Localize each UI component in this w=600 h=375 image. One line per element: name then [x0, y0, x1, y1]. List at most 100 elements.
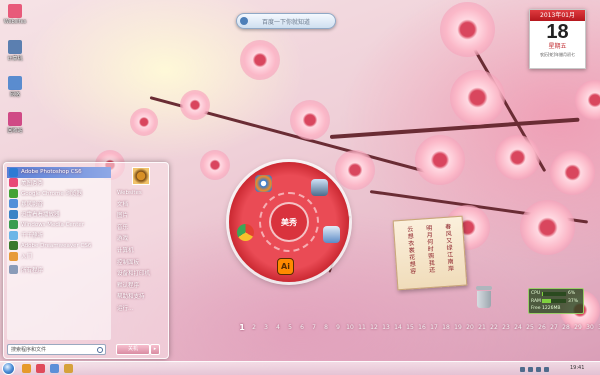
start-menu-link[interactable]: 设备和打印机 — [114, 269, 167, 281]
day-number[interactable]: 3 — [260, 324, 272, 331]
start-menu-item[interactable]: Adobe Dreamweaver CS6 — [7, 241, 111, 252]
search-bar[interactable]: 百度一下你就知道 — [236, 13, 336, 29]
shutdown-button[interactable]: 关机 — [116, 344, 150, 355]
start-menu-item[interactable]: 美图秀秀 — [7, 178, 111, 189]
desktop-icon-computer[interactable]: 计算机 — [2, 40, 28, 62]
day-number[interactable]: 23 — [500, 324, 512, 331]
day-number[interactable]: 25 — [524, 324, 536, 331]
day-number[interactable]: 17 — [428, 324, 440, 331]
day-number[interactable]: 16 — [416, 324, 428, 331]
recycle-bin-icon[interactable] — [476, 286, 492, 308]
start-menu-link[interactable]: 运行... — [114, 304, 167, 316]
start-menu-link[interactable]: 控制面板 — [114, 258, 167, 270]
cpu-row: CPU 6% — [531, 290, 581, 298]
day-number[interactable]: 8 — [320, 324, 332, 331]
day-number[interactable]: 5 — [284, 324, 296, 331]
taskbar-app-icon[interactable] — [22, 364, 31, 373]
computer-icon[interactable] — [311, 179, 328, 196]
start-menu-link[interactable]: 默认程序 — [114, 281, 167, 293]
start-menu-item[interactable]: Adobe Photoshop CS6 — [7, 167, 111, 178]
launcher-center[interactable]: 美秀 — [269, 202, 309, 242]
desktop-icon-network[interactable]: 网络 — [2, 76, 28, 98]
day-number[interactable]: 10 — [344, 324, 356, 331]
start-menu-link[interactable]: 文档 — [114, 200, 167, 212]
start-menu-item-label: 暴风影音 — [21, 201, 44, 208]
start-menu-item[interactable]: Windows Media Center — [7, 220, 111, 231]
start-menu-item[interactable]: 入门 — [7, 251, 111, 262]
video-player-icon — [9, 199, 18, 209]
day-number[interactable]: 28 — [560, 324, 572, 331]
day-number[interactable]: 21 — [476, 324, 488, 331]
start-menu-item[interactable]: Google Chrome 浏览器 — [7, 188, 111, 199]
blossom — [200, 150, 230, 180]
start-menu-link[interactable]: 图片 — [114, 211, 167, 223]
free-label: Free — [531, 306, 541, 312]
start-menu-link[interactable]: 帮助和支持 — [114, 292, 167, 304]
taskbar-app-icon[interactable] — [50, 364, 59, 373]
day-number[interactable]: 18 — [440, 324, 452, 331]
avatar[interactable] — [132, 167, 150, 185]
start-menu-link[interactable]: 音乐 — [114, 223, 167, 235]
poem-line: 春风又绿江南岸 — [444, 223, 455, 273]
photoshop-icon — [9, 167, 18, 177]
taskbar-app-icon[interactable] — [64, 364, 73, 373]
day-number[interactable]: 2 — [248, 324, 260, 331]
tray-icon[interactable] — [520, 366, 525, 372]
day-number[interactable]: 15 — [404, 324, 416, 331]
day-number[interactable]: 4 — [272, 324, 284, 331]
calendar-day: 18 — [546, 21, 569, 43]
ram-row: RAM 37% — [531, 298, 581, 306]
day-number[interactable]: 22 — [488, 324, 500, 331]
desktop-icon-websites[interactable]: Websites — [2, 4, 28, 25]
recycle-bin-lid — [476, 286, 492, 290]
tray-icon[interactable] — [528, 366, 533, 372]
start-menu-item[interactable]: 千千静听 — [7, 230, 111, 241]
day-number[interactable]: 20 — [464, 324, 476, 331]
shutdown-options-button[interactable]: ▸ — [150, 344, 160, 355]
system-monitor-gadget[interactable]: CPU 6% RAM 37% Free 1226MB — [528, 288, 584, 314]
calendar-month: 2013年01月 — [530, 10, 585, 21]
day-number[interactable]: 14 — [392, 324, 404, 331]
day-number[interactable]: 9 — [332, 324, 344, 331]
taskbar-clock[interactable]: 19:41 — [570, 365, 584, 371]
day-number[interactable]: 26 — [536, 324, 548, 331]
poem-line: 云想衣裳花想容 — [407, 226, 417, 276]
free-value: 1226MB — [542, 306, 561, 312]
day-number[interactable]: 19 — [452, 324, 464, 331]
start-button[interactable] — [2, 362, 15, 375]
chrome-icon[interactable] — [237, 224, 254, 241]
start-menu-link[interactable]: 计算机 — [114, 246, 167, 258]
start-menu-item-label: Google Chrome 浏览器 — [21, 191, 82, 198]
day-number[interactable]: 27 — [548, 324, 560, 331]
desktop-icon-recycle-bin[interactable]: 回收站 — [2, 112, 28, 134]
start-menu-item[interactable]: 迅雷看看播放器 — [7, 209, 111, 220]
tray-icon[interactable] — [544, 366, 549, 372]
day-number[interactable]: 24 — [512, 324, 524, 331]
taskbar-app-icon[interactable] — [36, 364, 45, 373]
start-menu-search-placeholder: 搜索程序和文件 — [11, 347, 47, 353]
start-menu-item-label: 入门 — [21, 254, 33, 261]
day-number[interactable]: 1 — [236, 323, 248, 332]
start-menu-link[interactable]: 游戏 — [114, 234, 167, 246]
meitu-icon[interactable] — [255, 175, 272, 192]
day-number[interactable]: 6 — [296, 324, 308, 331]
start-menu-item[interactable]: 暴风影音 — [7, 199, 111, 210]
getting-started-icon — [9, 251, 18, 261]
day-number[interactable]: 7 — [308, 324, 320, 331]
calendar-gadget[interactable]: 2013年01月 18 星期五 农历[蛇]年腊月初七 — [529, 9, 586, 69]
network-icon[interactable] — [323, 226, 340, 243]
blossom — [415, 135, 465, 185]
day-number[interactable]: 29 — [572, 324, 584, 331]
circular-launcher: 美秀 Ai — [229, 162, 349, 282]
start-menu-search[interactable]: 搜索程序和文件 — [7, 344, 106, 355]
day-number[interactable]: 13 — [380, 324, 392, 331]
all-programs[interactable]: 所有程序 — [7, 265, 111, 276]
illustrator-icon[interactable]: Ai — [277, 258, 294, 275]
day-number[interactable]: 11 — [356, 324, 368, 331]
day-number[interactable]: 31 — [596, 324, 600, 331]
start-menu-link[interactable]: Websites — [114, 188, 167, 200]
day-number[interactable]: 12 — [368, 324, 380, 331]
day-number[interactable]: 30 — [584, 324, 596, 331]
tray-icon[interactable] — [536, 366, 541, 372]
dreamweaver-icon — [9, 241, 18, 251]
